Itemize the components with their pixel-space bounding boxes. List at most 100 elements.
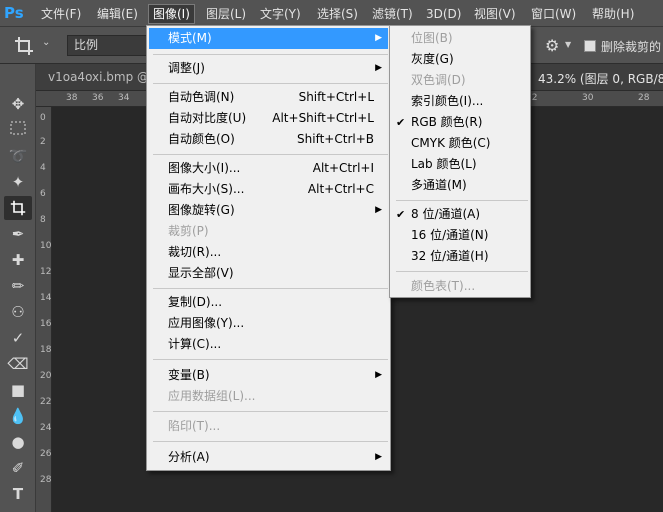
menu-separator [153, 411, 388, 412]
marquee-tool-icon[interactable] [4, 118, 32, 142]
menu-separator [153, 154, 388, 155]
document-tab[interactable]: v1oa4oxi.bmp @ 1 [48, 70, 160, 84]
healing-brush-tool-icon[interactable]: ✚ [4, 248, 32, 272]
submenu-arrow-icon: ▶ [375, 205, 382, 215]
brush-tool-icon[interactable]: ✏ [4, 274, 32, 298]
document-info: 43.2% (图层 0, RGB/8# [538, 72, 663, 86]
pen-tool-icon[interactable]: ✐ [4, 456, 32, 480]
ruler-label: 14 [40, 293, 52, 303]
menu-item-canvas-size[interactable]: 画布大小(S)... Alt+Ctrl+C [149, 179, 388, 200]
mode-item-lab-color[interactable]: Lab 颜色(L) [392, 154, 528, 175]
menu-layer[interactable]: 图层(L) [202, 4, 250, 24]
ruler-label: 2 [40, 137, 46, 147]
menu-item-calculations[interactable]: 计算(C)... [149, 334, 388, 355]
history-brush-tool-icon[interactable]: ✓ [4, 326, 32, 350]
ruler-label: 0 [40, 113, 46, 123]
mode-item-indexed-color[interactable]: 索引颜色(I)... [392, 91, 528, 112]
menu-item-mode[interactable]: 模式(M) ▶ [149, 28, 388, 49]
delete-cropped-label: 删除裁剪的 [601, 40, 662, 54]
lasso-tool-icon[interactable]: ➰ [4, 144, 32, 168]
ruler-label: 28 [638, 93, 650, 103]
menu-item-image-size[interactable]: 图像大小(I)... Alt+Ctrl+I [149, 158, 388, 179]
mode-item-bitmap: 位图(B) [411, 31, 453, 45]
ruler-label: 18 [40, 345, 52, 355]
ruler-label: 8 [40, 215, 46, 225]
ruler-label: 24 [40, 423, 52, 433]
menu-item-apply-data-set: 应用数据组(L)... [168, 389, 256, 403]
menu-item-crop: 裁剪(P) [168, 224, 209, 238]
menu-item-trim[interactable]: 裁切(R)... [149, 242, 388, 263]
crop-tool-button-icon[interactable] [4, 196, 32, 220]
mode-submenu: 位图(B) 灰度(G) 双色调(D) 索引颜色(I)... ✔ RGB 颜色(R… [389, 25, 531, 298]
menu-edit[interactable]: 编辑(E) [93, 4, 142, 24]
crop-tool-icon[interactable] [14, 36, 36, 56]
eyedropper-tool-icon[interactable]: ✒ [4, 222, 32, 246]
menu-item-variables[interactable]: 变量(B) ▶ [149, 365, 388, 386]
ruler-label: 30 [582, 93, 594, 103]
gear-icon[interactable]: ⚙ [545, 36, 559, 55]
submenu-arrow-icon: ▶ [375, 370, 382, 380]
move-tool-icon[interactable]: ✥ [4, 92, 32, 116]
ruler-label: 28 [40, 475, 52, 485]
menu-view[interactable]: 视图(V) [470, 4, 520, 24]
menu-image[interactable]: 图像(I) [148, 4, 195, 24]
menu-item-auto-color[interactable]: 自动颜色(O) Shift+Ctrl+B [149, 129, 388, 150]
type-tool-icon[interactable]: T [4, 482, 32, 506]
ratio-select[interactable]: 比例 [67, 35, 149, 56]
mode-item-rgb-color[interactable]: ✔ RGB 颜色(R) [392, 112, 528, 133]
menu-item-trap: 陷印(T)... [168, 419, 221, 433]
menu-separator [153, 54, 388, 55]
magic-wand-tool-icon[interactable]: ✦ [4, 170, 32, 194]
submenu-arrow-icon: ▶ [375, 33, 382, 43]
menu-type[interactable]: 文字(Y) [256, 4, 305, 24]
toolbox: ✥ ➰ ✦ ✒ ✚ ✏ ⚇ ✓ ⌫ ■ 💧 ● ✐ T [0, 64, 36, 512]
ruler-label: 38 [66, 93, 78, 103]
mode-item-multichannel[interactable]: 多通道(M) [392, 175, 528, 196]
mode-item-16-bit[interactable]: 16 位/通道(N) [392, 225, 528, 246]
menu-item-duplicate[interactable]: 复制(D)... [149, 292, 388, 313]
menu-item-adjustments[interactable]: 调整(J) ▶ [149, 58, 388, 79]
menu-item-analysis[interactable]: 分析(A) ▶ [149, 447, 388, 468]
checkmark-icon: ✔ [396, 208, 406, 221]
ruler-label: 6 [40, 189, 46, 199]
ruler-label: 16 [40, 319, 52, 329]
menu-item-apply-image[interactable]: 应用图像(Y)... [149, 313, 388, 334]
menu-separator [396, 271, 528, 272]
menu-help[interactable]: 帮助(H) [588, 4, 638, 24]
submenu-arrow-icon: ▶ [375, 63, 382, 73]
blur-tool-icon[interactable]: 💧 [4, 404, 32, 428]
gradient-tool-icon[interactable]: ■ [4, 378, 32, 402]
menu-file[interactable]: 文件(F) [37, 4, 85, 24]
dodge-tool-icon[interactable]: ● [4, 430, 32, 454]
ruler-label: 10 [40, 241, 52, 251]
mode-item-color-table: 颜色表(T)... [411, 279, 476, 293]
gear-chevron-down-icon[interactable]: ▼ [565, 40, 571, 49]
mode-item-grayscale[interactable]: 灰度(G) [392, 49, 528, 70]
eraser-tool-icon[interactable]: ⌫ [4, 352, 32, 376]
menu-separator [153, 441, 388, 442]
ruler-label: 12 [40, 267, 52, 277]
ruler-label: 20 [40, 371, 52, 381]
image-menu-dropdown: 模式(M) ▶ 调整(J) ▶ 自动色调(N) Shift+Ctrl+L 自动对… [146, 25, 391, 471]
menu-separator [153, 359, 388, 360]
ruler-label: 36 [92, 93, 104, 103]
mode-item-cmyk-color[interactable]: CMYK 颜色(C) [392, 133, 528, 154]
tool-preset-chevron-down-icon[interactable]: ⌄ [42, 37, 50, 48]
mode-item-32-bit[interactable]: 32 位/通道(H) [392, 246, 528, 267]
clone-stamp-tool-icon[interactable]: ⚇ [4, 300, 32, 324]
menu-separator [153, 83, 388, 84]
menu-filter[interactable]: 滤镜(T) [368, 4, 417, 24]
delete-cropped-checkbox[interactable] [584, 40, 596, 52]
checkmark-icon: ✔ [396, 116, 406, 129]
menu-window[interactable]: 窗口(W) [527, 4, 580, 24]
menu-separator [396, 200, 528, 201]
ruler-label: 26 [40, 449, 52, 459]
mode-item-8-bit[interactable]: ✔ 8 位/通道(A) [392, 204, 528, 225]
vertical-ruler[interactable]: 0 2 4 6 8 10 12 14 16 18 20 22 24 26 28 [36, 107, 52, 512]
menu-item-image-rotation[interactable]: 图像旋转(G) ▶ [149, 200, 388, 221]
menu-item-auto-contrast[interactable]: 自动对比度(U) Alt+Shift+Ctrl+L [149, 108, 388, 129]
menu-item-reveal-all[interactable]: 显示全部(V) [149, 263, 388, 284]
menu-select[interactable]: 选择(S) [313, 4, 362, 24]
menu-3d[interactable]: 3D(D) [422, 4, 465, 24]
menu-item-auto-tone[interactable]: 自动色调(N) Shift+Ctrl+L [149, 87, 388, 108]
